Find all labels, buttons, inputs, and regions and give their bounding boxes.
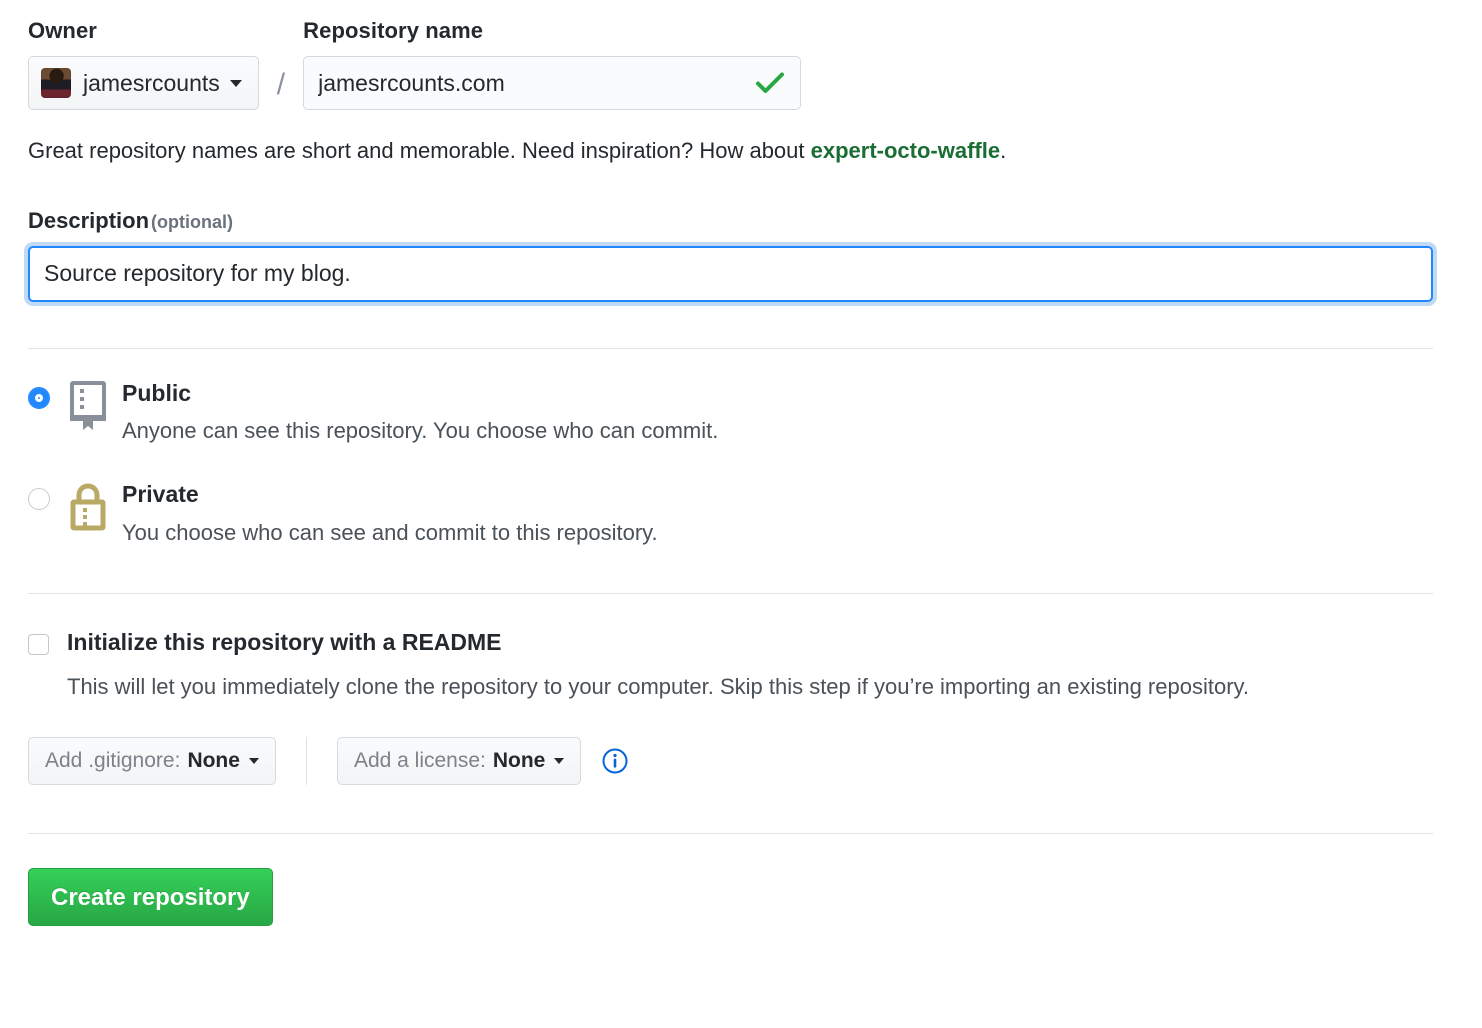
license-label: Add a license:	[353, 748, 486, 772]
visibility-private-text: Private You choose who can see and commi…	[122, 482, 1433, 546]
lock-icon	[68, 482, 112, 532]
divider-visibility	[28, 347, 1433, 349]
repo-name-hint: Great repository names are short and mem…	[28, 136, 1433, 166]
radio-private[interactable]	[28, 488, 50, 511]
visibility-public-title: Public	[122, 379, 192, 406]
divider-readme	[28, 593, 1433, 595]
hint-prefix: Great repository names are short and mem…	[28, 138, 811, 163]
visibility-options: Public Anyone can see this repository. Y…	[28, 379, 1433, 547]
visibility-public-text: Public Anyone can see this repository. Y…	[122, 379, 1433, 445]
gitignore-label: Add .gitignore:	[45, 748, 181, 772]
path-separator: /	[276, 68, 286, 101]
description-optional-text: (optional)	[151, 211, 234, 232]
visibility-option-public[interactable]: Public Anyone can see this repository. Y…	[28, 379, 1433, 445]
chevron-down-icon	[554, 757, 565, 764]
repository-name-input[interactable]	[303, 56, 802, 110]
readme-checkbox-row[interactable]: Initialize this repository with a README	[28, 629, 1433, 656]
repository-name-field: Repository name	[303, 18, 802, 110]
description-input[interactable]	[28, 245, 1433, 302]
license-value: None	[492, 748, 546, 772]
owner-field: Owner jamesrcounts	[28, 18, 259, 110]
visibility-private-description: You choose who can see and commit to thi…	[122, 519, 658, 545]
hint-suggestion-link[interactable]: expert-octo-waffle	[811, 138, 1000, 163]
repository-name-input-wrap	[303, 56, 802, 110]
owner-label: Owner	[28, 18, 97, 43]
repo-name-row: Owner jamesrcounts / Repository name	[28, 0, 1433, 110]
info-circle-icon[interactable]	[601, 747, 629, 775]
hint-suffix: .	[1000, 138, 1007, 163]
picker-separator	[305, 736, 307, 785]
description-label: Description (optional)	[28, 208, 1433, 234]
owner-name: jamesrcounts	[83, 69, 220, 96]
visibility-option-private[interactable]: Private You choose who can see and commi…	[28, 482, 1433, 546]
gitignore-value: None	[187, 748, 240, 772]
readme-title: Initialize this repository with a README	[67, 629, 502, 656]
readme-checkbox[interactable]	[28, 634, 49, 656]
visibility-private-title: Private	[122, 481, 199, 508]
submit-row: Create repository	[28, 867, 1433, 926]
readme-description: This will let you immediately clone the …	[67, 673, 1249, 699]
description-label-text: Description	[28, 207, 150, 233]
chevron-down-icon	[229, 79, 242, 87]
template-picker-row: Add .gitignore: None Add a license: None	[28, 736, 1433, 785]
license-dropdown[interactable]: Add a license: None	[336, 736, 582, 785]
radio-public[interactable]	[28, 386, 50, 409]
repository-name-label: Repository name	[303, 18, 484, 43]
new-repository-form: Owner jamesrcounts / Repository name Gre…	[28, 0, 1433, 926]
create-repository-button[interactable]: Create repository	[28, 867, 273, 926]
divider-submit	[28, 832, 1433, 834]
chevron-down-icon	[248, 757, 259, 764]
gitignore-dropdown[interactable]: Add .gitignore: None	[28, 736, 276, 785]
owner-dropdown[interactable]: jamesrcounts	[28, 56, 259, 110]
repo-book-icon	[68, 380, 112, 431]
avatar	[41, 68, 71, 98]
visibility-public-description: Anyone can see this repository. You choo…	[122, 417, 719, 443]
readme-block: Initialize this repository with a README…	[28, 629, 1433, 703]
